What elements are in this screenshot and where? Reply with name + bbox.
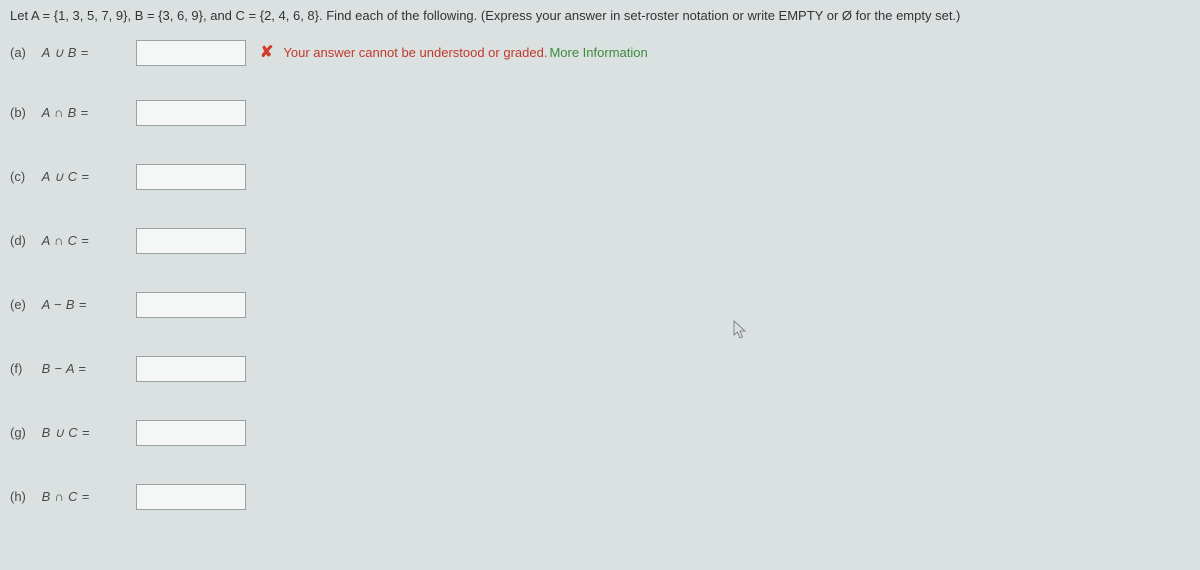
part-expr: A ∩ B =	[42, 105, 89, 120]
part-label-b: (b) A ∩ B =	[10, 105, 136, 120]
part-expr: A ∩ C =	[42, 233, 89, 248]
answer-input-a[interactable]	[136, 40, 246, 66]
prompt-lead: Let	[10, 8, 31, 23]
part-row-b: (b) A ∩ B =	[10, 100, 1190, 126]
part-row-d: (d) A ∩ C =	[10, 228, 1190, 254]
incorrect-x-icon: ✘	[260, 45, 273, 61]
part-letter: (h)	[10, 489, 38, 504]
answer-input-c[interactable]	[136, 164, 246, 190]
part-letter: (e)	[10, 297, 38, 312]
error-message: Your answer cannot be understood or grad…	[283, 45, 547, 60]
answer-input-e[interactable]	[136, 292, 246, 318]
part-row-f: (f) B − A =	[10, 356, 1190, 382]
part-label-c: (c) A ∪ C =	[10, 169, 136, 185]
part-letter: (c)	[10, 169, 38, 184]
part-label-f: (f) B − A =	[10, 361, 136, 376]
part-expr: B − A =	[42, 361, 87, 376]
part-letter: (g)	[10, 425, 38, 440]
part-label-a: (a) A ∪ B =	[10, 45, 136, 61]
part-row-c: (c) A ∪ C =	[10, 164, 1190, 190]
part-label-h: (h) B ∩ C =	[10, 489, 136, 504]
part-letter: (b)	[10, 105, 38, 120]
part-letter: (a)	[10, 45, 38, 60]
prompt-tail: Find each of the following. (Express you…	[323, 8, 961, 23]
answer-input-h[interactable]	[136, 484, 246, 510]
part-expr: A − B =	[42, 297, 87, 312]
part-expr: A ∪ B =	[42, 45, 89, 60]
part-label-e: (e) A − B =	[10, 297, 136, 312]
part-letter: (f)	[10, 361, 38, 376]
part-row-e: (e) A − B =	[10, 292, 1190, 318]
mouse-cursor-icon	[733, 320, 749, 340]
more-information-link[interactable]: More Information	[549, 45, 647, 60]
part-row-a: (a) A ∪ B = ✘ Your answer cannot be unde…	[10, 40, 1190, 66]
answer-input-g[interactable]	[136, 420, 246, 446]
part-expr: A ∪ C =	[42, 169, 90, 184]
answer-input-f[interactable]	[136, 356, 246, 382]
prompt-sets: A = {1, 3, 5, 7, 9}, B = {3, 6, 9}, and …	[31, 8, 323, 23]
part-row-h: (h) B ∩ C =	[10, 484, 1190, 510]
part-label-g: (g) B ∪ C =	[10, 425, 136, 441]
answer-input-b[interactable]	[136, 100, 246, 126]
part-expr: B ∪ C =	[42, 425, 90, 440]
part-expr: B ∩ C =	[42, 489, 90, 504]
part-letter: (d)	[10, 233, 38, 248]
question-prompt: Let A = {1, 3, 5, 7, 9}, B = {3, 6, 9}, …	[10, 6, 1190, 26]
part-label-d: (d) A ∩ C =	[10, 233, 136, 248]
answer-input-d[interactable]	[136, 228, 246, 254]
question-container: Let A = {1, 3, 5, 7, 9}, B = {3, 6, 9}, …	[0, 0, 1200, 520]
part-row-g: (g) B ∪ C =	[10, 420, 1190, 446]
